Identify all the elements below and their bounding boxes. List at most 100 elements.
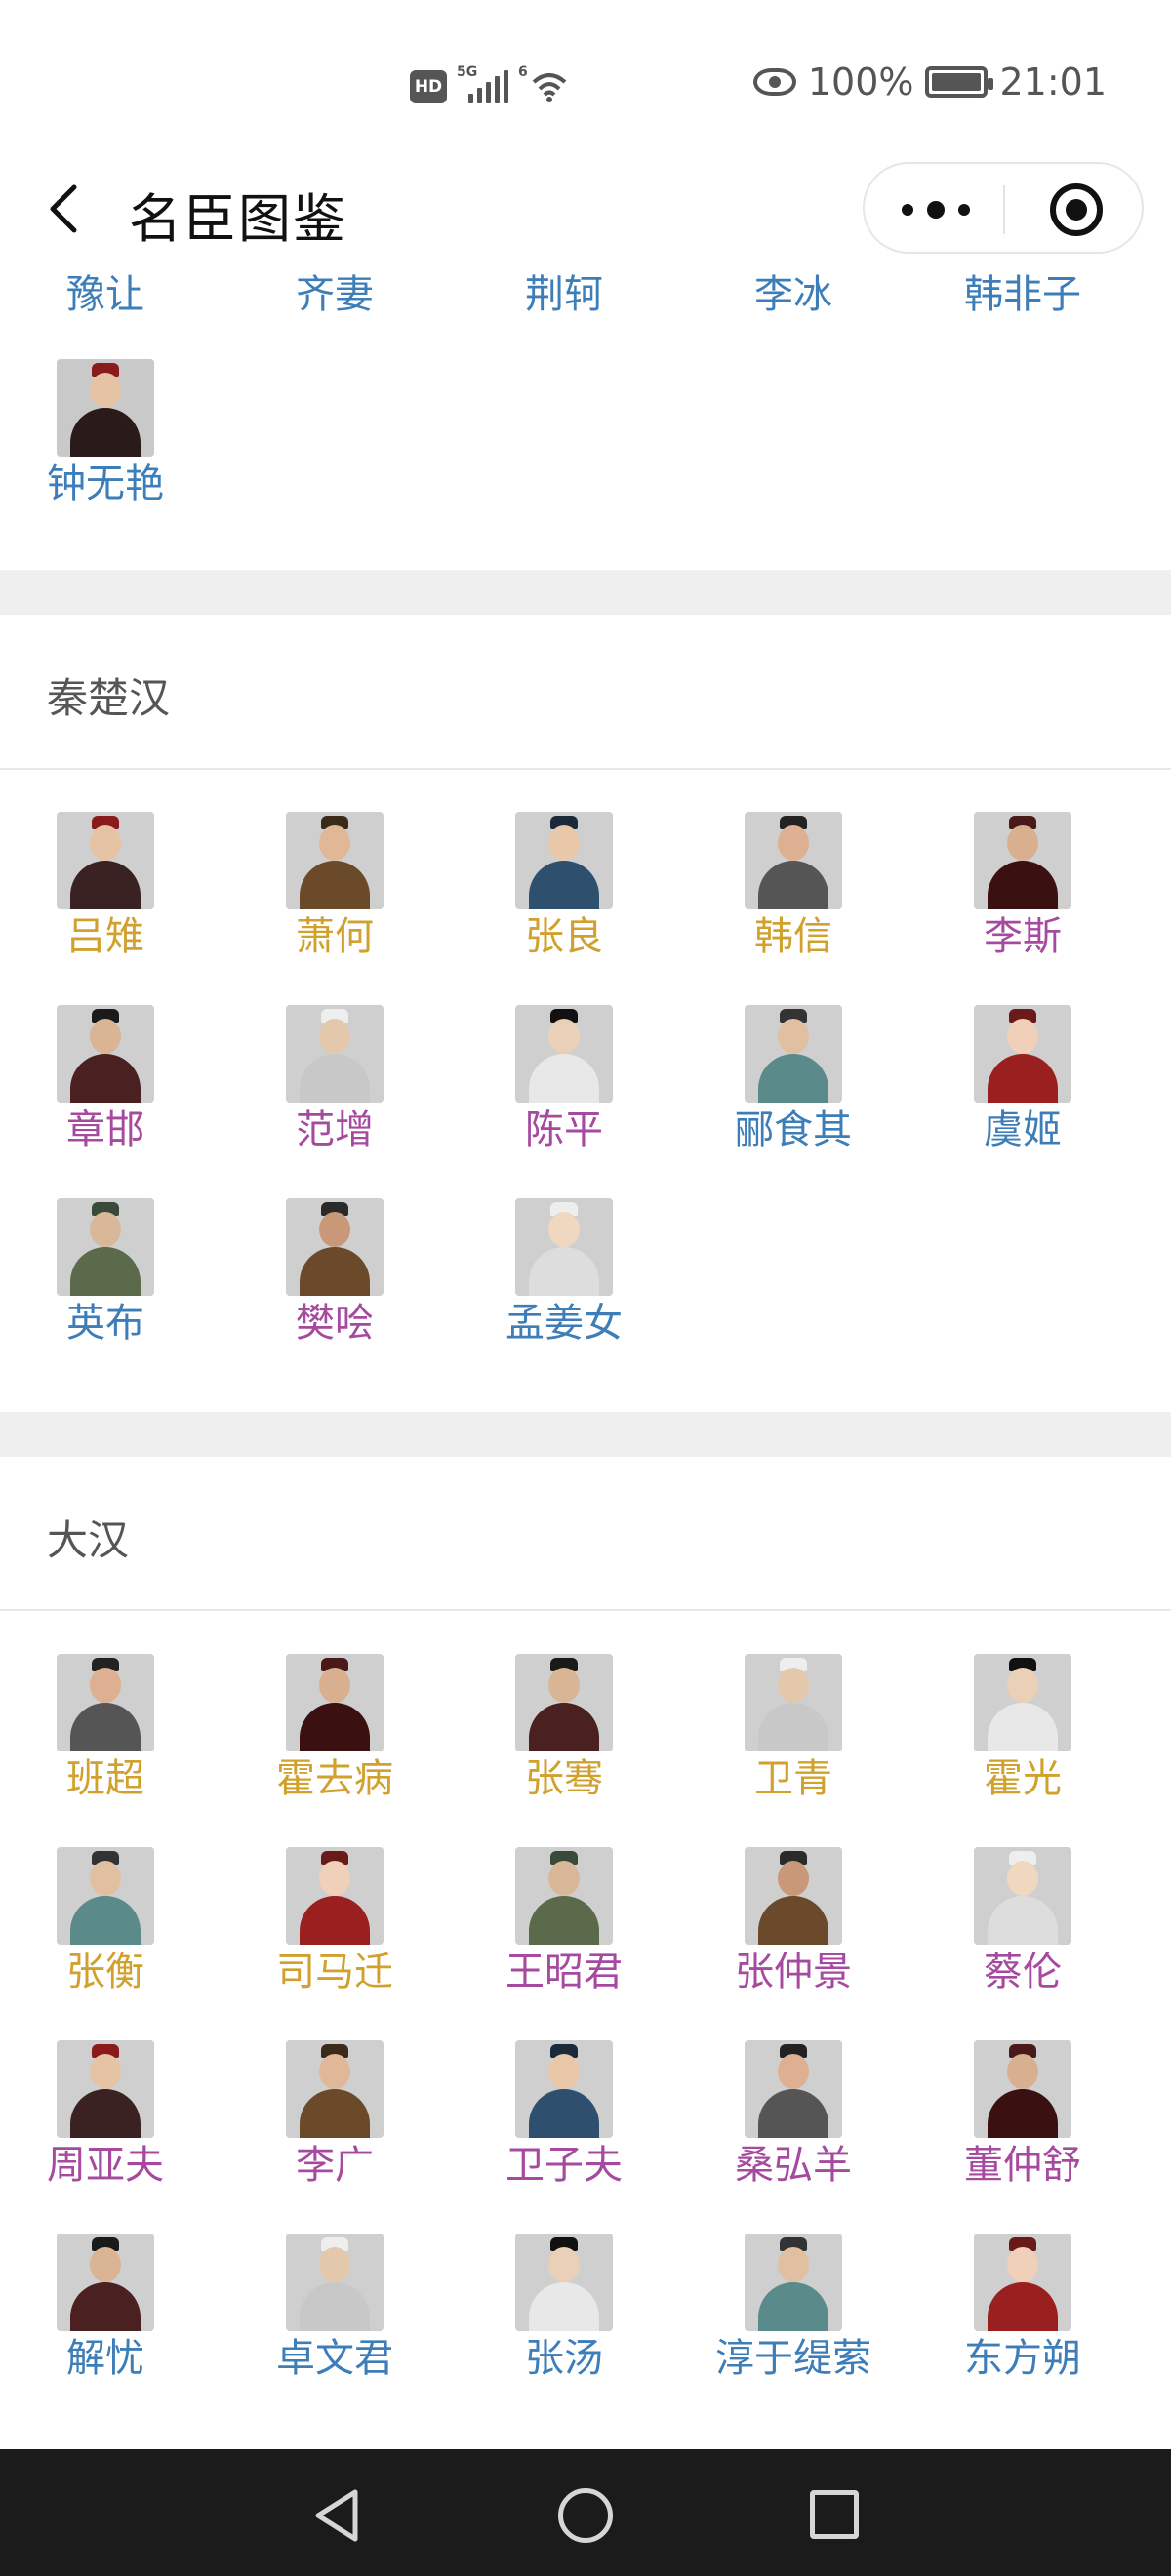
system-nav-bar (0, 2449, 1171, 2576)
figure-card[interactable]: 司马迁 (237, 1847, 432, 1995)
figure-card[interactable]: 卫青 (696, 1654, 891, 1802)
figure-card[interactable]: 霍光 (925, 1654, 1120, 1802)
portrait-icon (286, 1005, 384, 1103)
figure-card[interactable]: 郦食其 (696, 1005, 891, 1153)
figure-card[interactable]: 虞姬 (925, 1005, 1120, 1153)
portrait-icon (974, 2040, 1071, 2138)
figure-card[interactable]: 张汤 (466, 2234, 662, 2382)
figure-name: 王昭君 (505, 1950, 623, 1994)
figure-card[interactable]: 萧何 (237, 812, 432, 960)
portrait-icon (286, 812, 384, 909)
portrait-icon (745, 2040, 842, 2138)
figure-name: 张骞 (525, 1756, 603, 1801)
list-item[interactable]: 荆轲 (466, 273, 662, 318)
figure-name: 董仲舒 (964, 2143, 1081, 2188)
status-right: 100% 21:01 (752, 60, 1107, 103)
figure-name: 周亚夫 (47, 2143, 164, 2188)
list-item[interactable]: 李冰 (696, 273, 891, 318)
figure-card[interactable]: 章邯 (8, 1005, 203, 1153)
figure-name: 孟姜女 (505, 1301, 623, 1346)
portrait-icon (286, 1198, 384, 1296)
cell-signal-icon: 5G (457, 64, 508, 103)
figure-card[interactable]: 樊哙 (237, 1198, 432, 1347)
section-title: 大汉 (47, 1516, 130, 1564)
figure-card[interactable]: 卓文君 (237, 2234, 432, 2382)
battery-icon (925, 66, 994, 98)
portrait-icon (57, 1005, 154, 1103)
figure-name: 淳于缇萦 (715, 2336, 871, 2381)
wifi-icon: 6 (518, 64, 569, 103)
figure-card[interactable]: 吕雉 (8, 812, 203, 960)
portrait-icon (57, 1654, 154, 1751)
portrait-icon (515, 1005, 613, 1103)
figure-name: 豫让 (66, 273, 144, 317)
figure-card[interactable]: 桑弘羊 (696, 2040, 891, 2189)
figure-name: 桑弘羊 (735, 2143, 852, 2188)
figure-card[interactable]: 范增 (237, 1005, 432, 1153)
figure-card[interactable]: 孟姜女 (466, 1198, 662, 1347)
portrait-icon (515, 1198, 613, 1296)
figure-card[interactable]: 董仲舒 (925, 2040, 1120, 2189)
portrait-icon (745, 1654, 842, 1751)
nav-recent-icon[interactable] (810, 2490, 859, 2539)
figure-name: 卫青 (754, 1756, 832, 1801)
portrait-icon (57, 812, 154, 909)
figure-card[interactable]: 韩信 (696, 812, 891, 960)
figure-name: 东方朔 (964, 2336, 1081, 2381)
list-item[interactable]: 钟无艳 (8, 359, 203, 507)
portrait-icon (974, 812, 1071, 909)
content-scroll[interactable]: 豫让 齐妻 荆轲 李冰 韩非子 钟无艳 秦楚汉 吕雉 萧何 张良 韩信 李斯 章邯 范增 陈平… (0, 273, 1171, 2449)
close-miniprogram-icon[interactable] (1050, 183, 1103, 236)
figure-name: 章邯 (66, 1107, 144, 1152)
section-separator (0, 1412, 1171, 1457)
figure-card[interactable]: 李广 (237, 2040, 432, 2189)
nav-back-icon[interactable] (312, 2488, 361, 2543)
figure-card[interactable]: 解忧 (8, 2234, 203, 2382)
portrait-icon (57, 2234, 154, 2331)
figure-card[interactable]: 周亚夫 (8, 2040, 203, 2189)
figure-card[interactable]: 王昭君 (466, 1847, 662, 1995)
figure-card[interactable]: 李斯 (925, 812, 1120, 960)
figure-name: 卫子夫 (505, 2143, 623, 2188)
figure-card[interactable]: 张骞 (466, 1654, 662, 1802)
portrait-icon (745, 1847, 842, 1945)
figure-card[interactable]: 霍去病 (237, 1654, 432, 1802)
figure-card[interactable]: 蔡伦 (925, 1847, 1120, 1995)
status-bar: HD 5G 6 100% 21:01 (0, 0, 1171, 146)
figure-card[interactable]: 卫子夫 (466, 2040, 662, 2189)
portrait-icon (745, 2234, 842, 2331)
battery-percent: 100% (807, 60, 914, 103)
more-icon[interactable] (902, 199, 970, 221)
list-item[interactable]: 齐妻 (237, 273, 432, 318)
figure-card[interactable]: 张衡 (8, 1847, 203, 1995)
miniprogram-capsule (863, 162, 1144, 254)
figure-name: 郦食其 (735, 1107, 852, 1152)
list-item[interactable]: 豫让 (8, 273, 203, 318)
figure-name: 陈平 (525, 1107, 603, 1152)
figure-name: 李冰 (754, 273, 832, 317)
figure-card[interactable]: 张仲景 (696, 1847, 891, 1995)
figure-name: 班超 (66, 1756, 144, 1801)
figure-name: 李斯 (984, 914, 1062, 959)
figure-card[interactable]: 英布 (8, 1198, 203, 1347)
figure-card[interactable]: 陈平 (466, 1005, 662, 1153)
capsule-divider (1003, 185, 1005, 234)
portrait-icon (515, 812, 613, 909)
portrait-icon (286, 1654, 384, 1751)
portrait-icon (745, 1005, 842, 1103)
figure-name: 解忧 (66, 2336, 144, 2381)
figure-card[interactable]: 东方朔 (925, 2234, 1120, 2382)
back-arrow-icon[interactable] (45, 183, 80, 234)
portrait-icon (57, 359, 154, 457)
hd-icon: HD (410, 70, 447, 103)
portrait-icon (515, 1847, 613, 1945)
figure-card[interactable]: 班超 (8, 1654, 203, 1802)
portrait-icon (974, 1847, 1071, 1945)
figure-name: 司马迁 (276, 1950, 393, 1994)
portrait-icon (515, 2234, 613, 2331)
figure-card[interactable]: 淳于缇萦 (696, 2234, 891, 2382)
figure-card[interactable]: 张良 (466, 812, 662, 960)
clock: 21:01 (999, 60, 1107, 103)
nav-home-icon[interactable] (558, 2488, 613, 2543)
list-item[interactable]: 韩非子 (925, 273, 1120, 318)
